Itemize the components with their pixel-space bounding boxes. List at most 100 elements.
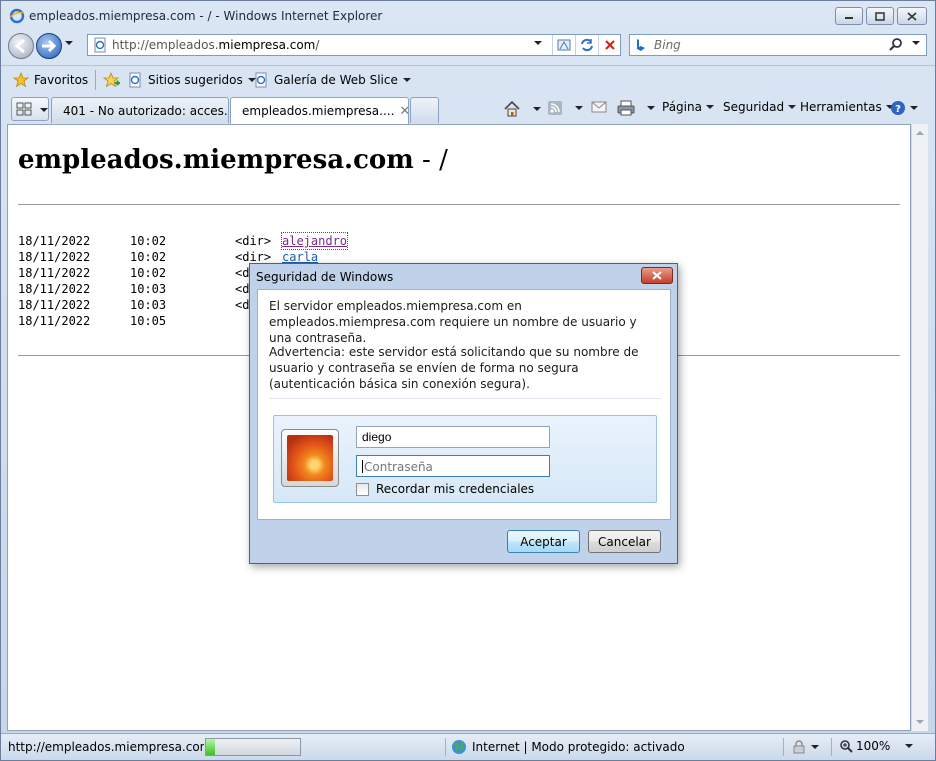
scroll-down-icon[interactable] — [912, 716, 928, 728]
tab-label: empleados.miempresa.... — [242, 104, 395, 118]
tools-menu[interactable]: Herramientas — [800, 100, 894, 114]
chevron-down-icon[interactable] — [575, 106, 583, 110]
close-window-button[interactable] — [897, 7, 927, 25]
tab-unauthorized[interactable]: 401 - No autorizado: acces... — [51, 97, 229, 123]
help-button[interactable]: ? — [890, 100, 918, 116]
add-to-favorites-bar-button[interactable] — [103, 72, 121, 88]
tab-empleados[interactable]: empleados.miempresa.... ✕ — [230, 97, 409, 124]
status-separator — [783, 738, 784, 756]
vertical-scrollbar[interactable] — [911, 124, 928, 731]
security-menu-label: Seguridad — [723, 100, 785, 114]
dialog-title: Seguridad de Windows — [256, 270, 394, 284]
zoom-icon — [840, 740, 853, 753]
new-tab-button[interactable] — [410, 97, 439, 123]
search-icon[interactable] — [888, 37, 904, 53]
progress-bar — [205, 738, 301, 756]
feeds-icon — [548, 101, 562, 115]
username-field[interactable] — [356, 426, 550, 448]
navigation-bar: http://empleados.miempresa.com/ Bing — [1, 31, 935, 61]
forward-button[interactable] — [36, 33, 62, 59]
dialog-message: El servidor empleados.miempresa.com en e… — [269, 299, 637, 345]
favorites-button[interactable]: Favoritos — [13, 72, 88, 88]
folder-link-alejandro[interactable]: alejandro — [280, 232, 349, 250]
scroll-up-icon[interactable] — [912, 127, 928, 139]
search-placeholder[interactable]: Bing — [654, 38, 681, 52]
recent-pages-dropdown[interactable] — [65, 41, 73, 45]
tab-list-dropdown[interactable] — [40, 108, 48, 112]
print-icon — [617, 100, 635, 116]
suggested-sites-button[interactable]: Sitios sugeridos — [127, 72, 256, 88]
add-favorites-icon — [103, 72, 120, 88]
maximize-button[interactable] — [866, 7, 894, 25]
password-field[interactable]: Contraseña — [356, 455, 550, 477]
title-bar: empleados.miempresa.com - / - Windows In… — [1, 1, 935, 31]
help-icon: ? — [891, 101, 905, 115]
page-icon — [255, 72, 267, 88]
stop-icon — [604, 40, 615, 50]
back-button[interactable] — [8, 33, 34, 59]
compat-view-button[interactable] — [552, 35, 574, 55]
tab-row: 401 - No autorizado: acces... empleados.… — [1, 94, 935, 124]
back-arrow-icon — [14, 38, 25, 54]
suggested-sites-label: Sitios sugeridos — [148, 73, 243, 87]
refresh-icon — [580, 38, 593, 52]
address-bar[interactable]: http://empleados.miempresa.com/ — [87, 34, 621, 56]
security-menu[interactable]: Seguridad — [723, 100, 797, 114]
dialog-body: El servidor empleados.miempresa.com en e… — [257, 289, 671, 520]
chevron-down-icon — [402, 78, 411, 82]
close-icon — [907, 11, 917, 21]
remember-checkbox[interactable] — [356, 482, 369, 496]
stop-button[interactable] — [598, 35, 620, 55]
window-title: empleados.miempresa.com - / - Windows In… — [29, 9, 383, 23]
favorites-bar: Favoritos Sitios sugeridos Galería de We… — [1, 65, 935, 93]
user-picture-icon — [287, 435, 333, 481]
print-button[interactable] — [617, 100, 655, 116]
close-icon — [652, 271, 662, 280]
dialog-warning: Advertencia: este servidor está solicita… — [269, 345, 639, 391]
ok-button[interactable]: Aceptar — [507, 530, 580, 553]
read-mail-button[interactable] — [591, 100, 607, 114]
security-zone[interactable]: Internet | Modo protegido: activado — [451, 739, 685, 755]
dialog-close-button[interactable] — [641, 267, 673, 284]
ie-window: empleados.miempresa.com - / - Windows In… — [0, 0, 936, 761]
remember-label: Recordar mis credenciales — [376, 482, 535, 496]
status-separator — [831, 738, 832, 756]
remember-credentials[interactable]: Recordar mis credenciales — [356, 482, 534, 496]
home-icon — [504, 100, 520, 117]
feeds-button[interactable] — [547, 100, 583, 116]
status-bar: http://empleados.miempresa.com/a Interne… — [1, 733, 935, 760]
home-button[interactable] — [503, 100, 541, 118]
cancel-button[interactable]: Cancelar — [588, 530, 661, 553]
status-url: http://empleados.miempresa.com/a — [8, 740, 204, 754]
page-menu[interactable]: Página — [662, 100, 714, 114]
credential-tile: Contraseña Recordar mis credenciales — [273, 415, 657, 503]
minimize-icon — [845, 17, 853, 19]
search-box[interactable]: Bing — [629, 34, 927, 56]
refresh-button[interactable] — [575, 35, 597, 55]
quick-tabs-button[interactable] — [11, 97, 49, 121]
user-picture — [281, 429, 339, 487]
minimize-button[interactable] — [835, 7, 863, 25]
web-slice-gallery-button[interactable]: Galería de Web Slice — [253, 72, 411, 88]
address-dropdown[interactable] — [534, 41, 542, 45]
globe-icon — [452, 740, 466, 754]
password-placeholder: Contraseña — [364, 460, 433, 474]
protected-mode-button[interactable] — [791, 740, 819, 754]
compat-view-icon — [557, 39, 570, 51]
progress-fill — [206, 739, 216, 755]
search-providers-dropdown[interactable] — [912, 41, 920, 45]
zone-label: Internet | Modo protegido: activado — [472, 740, 685, 754]
chevron-down-icon — [910, 106, 918, 110]
page-icon — [94, 37, 106, 53]
favorites-separator — [95, 70, 96, 90]
page-heading: empleados.miempresa.com - / — [18, 145, 448, 175]
tab-label: 401 - No autorizado: acces... — [63, 103, 229, 118]
divider — [18, 204, 900, 205]
zoom-level: 100% — [856, 739, 891, 753]
chevron-down-icon[interactable] — [647, 106, 655, 110]
chevron-down-icon — [788, 105, 797, 109]
close-tab-icon[interactable]: ✕ — [399, 104, 408, 119]
address-url[interactable]: http://empleados.miempresa.com/ — [112, 38, 319, 52]
zoom-control[interactable]: 100% — [839, 739, 914, 753]
chevron-down-icon[interactable] — [533, 107, 541, 111]
